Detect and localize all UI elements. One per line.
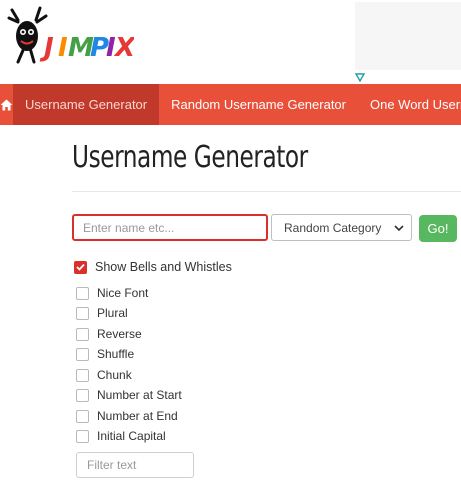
- option-row-plural[interactable]: Plural: [76, 306, 128, 320]
- home-icon: [0, 99, 13, 110]
- adchoices-icon[interactable]: [355, 72, 365, 82]
- category-selected-value: Random Category: [284, 220, 382, 235]
- option-checkbox[interactable]: [76, 327, 89, 341]
- option-checkbox[interactable]: [76, 429, 89, 443]
- option-row-chunk[interactable]: Chunk: [76, 368, 132, 382]
- option-checkbox[interactable]: [76, 368, 89, 382]
- svg-text:X: X: [113, 33, 134, 63]
- chevron-down-icon: [394, 225, 404, 232]
- checkmark-icon: [76, 263, 85, 271]
- option-row-nice-font[interactable]: Nice Font: [76, 286, 148, 300]
- filter-text-input[interactable]: [76, 452, 194, 478]
- option-row-reverse[interactable]: Reverse: [76, 327, 142, 341]
- option-label: Initial Capital: [97, 429, 166, 443]
- page-title: Username Generator: [72, 140, 308, 175]
- ad-placeholder: [355, 2, 461, 70]
- option-checkbox[interactable]: [76, 347, 89, 361]
- main-navbar: Username Generator Random Username Gener…: [0, 84, 461, 125]
- option-label: Shuffle: [97, 347, 135, 361]
- option-label: Nice Font: [97, 286, 149, 300]
- option-row-number-at-end[interactable]: Number at End: [76, 409, 178, 423]
- option-row-initial-capital[interactable]: Initial Capital: [76, 429, 166, 443]
- nav-item-random-username-generator[interactable]: Random Username Generator: [159, 84, 358, 125]
- nav-item-one-word-usernames[interactable]: One Word Usernam: [358, 84, 461, 125]
- option-label: Plural: [97, 306, 128, 320]
- go-button[interactable]: Go!: [419, 215, 457, 242]
- show-bells-checkbox-row[interactable]: Show Bells and Whistles: [74, 260, 232, 274]
- option-checkbox[interactable]: [76, 409, 89, 423]
- show-bells-label: Show Bells and Whistles: [95, 260, 232, 274]
- option-checkbox[interactable]: [76, 286, 89, 300]
- option-label: Chunk: [97, 368, 132, 382]
- category-select[interactable]: Random Category: [271, 214, 412, 241]
- option-row-shuffle[interactable]: Shuffle: [76, 347, 134, 361]
- option-label: Reverse: [97, 327, 142, 341]
- title-divider: [72, 191, 461, 192]
- nav-home[interactable]: [0, 84, 13, 125]
- show-bells-checkbox[interactable]: [74, 260, 87, 274]
- jimpix-logo[interactable]: J I M P I X: [4, 4, 134, 68]
- nav-item-username-generator[interactable]: Username Generator: [13, 84, 160, 125]
- svg-text:J: J: [39, 33, 54, 63]
- option-checkbox[interactable]: [76, 306, 89, 320]
- option-label: Number at Start: [97, 388, 182, 402]
- option-label: Number at End: [97, 409, 178, 423]
- option-checkbox[interactable]: [76, 388, 89, 402]
- svg-text:I: I: [58, 33, 68, 63]
- option-row-number-at-start[interactable]: Number at Start: [76, 388, 182, 402]
- name-input[interactable]: [72, 214, 268, 241]
